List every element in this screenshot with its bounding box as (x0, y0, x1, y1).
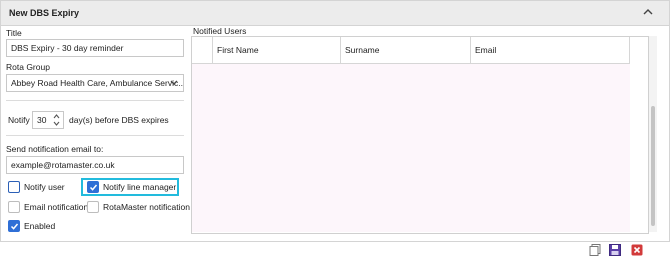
divider (6, 135, 184, 136)
notify-suffix-label: day(s) before DBS expires (69, 115, 169, 125)
enabled-checkbox[interactable] (8, 220, 20, 232)
column-surname[interactable]: Surname (341, 37, 471, 63)
notify-label: Notify (8, 115, 30, 125)
title-label: Title (6, 28, 22, 38)
grid-body (192, 64, 630, 232)
rota-group-value: Abbey Road Health Care, Ambulance Servic… (11, 78, 184, 88)
checkmark-icon (89, 184, 98, 191)
divider (6, 100, 184, 101)
rota-group-select[interactable]: Abbey Road Health Care, Ambulance Servic… (6, 74, 184, 92)
rota-group-label: Rota Group (6, 62, 50, 72)
grid-header: First Name Surname Email (192, 37, 630, 64)
collapse-chevron-icon[interactable] (641, 5, 655, 19)
stepper-arrows-icon[interactable] (52, 112, 61, 128)
save-icon[interactable] (608, 243, 622, 257)
notify-user-checkbox[interactable] (8, 181, 20, 193)
panel-header: New DBS Expiry (1, 1, 669, 26)
email-notification-label: Email notification (24, 202, 89, 212)
scrollbar-thumb[interactable] (651, 106, 655, 226)
notify-line-manager-label: Notify line manager (103, 182, 177, 192)
column-email[interactable]: Email (471, 37, 630, 63)
copy-icon[interactable] (588, 243, 602, 257)
email-input[interactable]: example@rotamaster.co.uk (6, 156, 184, 174)
notified-users-grid: First Name Surname Email (191, 36, 649, 234)
vertical-scrollbar[interactable] (649, 36, 657, 232)
enabled-label: Enabled (24, 221, 56, 231)
grid-select-column[interactable] (192, 37, 213, 63)
dbs-expiry-panel: New DBS Expiry Title DBS Expiry - 30 day… (0, 0, 670, 242)
chevron-down-icon (169, 76, 179, 91)
notify-days-stepper[interactable]: 30 (32, 111, 64, 129)
email-notification-checkbox[interactable] (8, 201, 20, 213)
notify-user-label: Notify user (24, 182, 65, 192)
notified-users-title: Notified Users (193, 26, 247, 36)
delete-icon[interactable] (630, 243, 644, 257)
rotamaster-notification-label: RotaMaster notification (103, 202, 190, 212)
title-input[interactable]: DBS Expiry - 30 day reminder (6, 39, 184, 57)
rotamaster-notification-checkbox[interactable] (87, 201, 99, 213)
checkmark-icon (10, 223, 19, 230)
panel-title: New DBS Expiry (9, 8, 80, 18)
notify-line-manager-checkbox[interactable] (87, 181, 99, 193)
column-first-name[interactable]: First Name (213, 37, 341, 63)
notify-days-value: 30 (37, 115, 47, 125)
email-label: Send notification email to: (6, 144, 104, 154)
